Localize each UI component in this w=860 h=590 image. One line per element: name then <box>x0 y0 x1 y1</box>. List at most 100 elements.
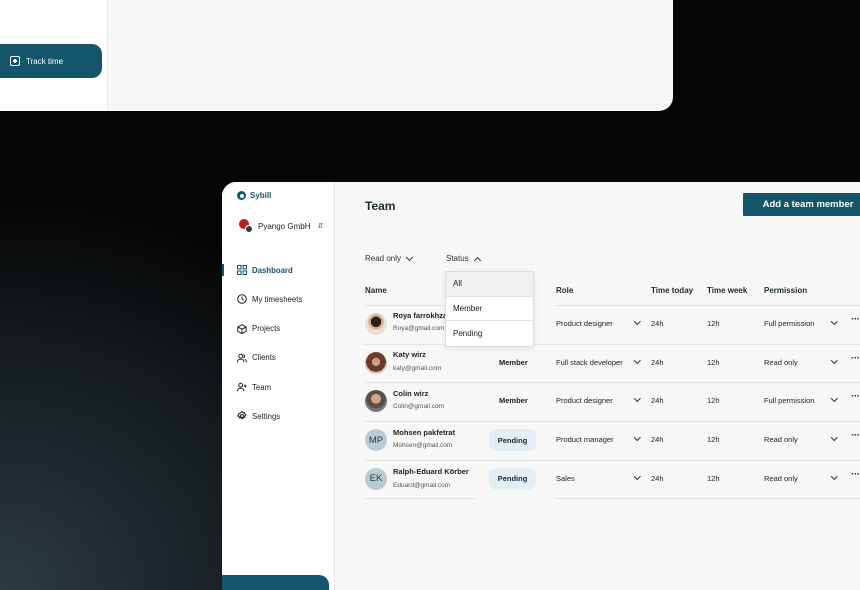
role-dropdown-chevron-icon[interactable] <box>634 395 641 402</box>
users-icon <box>237 353 247 363</box>
permission-value: Read only <box>764 435 798 445</box>
filter-label: Read only <box>365 254 402 263</box>
sidebar-item-label: Projects <box>252 324 281 334</box>
avatar: EK <box>365 467 387 490</box>
cube-icon <box>237 323 247 334</box>
org-name: Pyango GmbH <box>258 221 311 231</box>
chevron-up-down-icon: ⇵ <box>317 223 324 230</box>
avatar: MP <box>365 429 387 452</box>
sidebar-item-label: Clients <box>252 353 276 363</box>
more-options-icon[interactable]: ··· <box>851 391 860 402</box>
table-row[interactable]: Roya farrokhzad Roya@gmail.com Product d… <box>365 305 860 344</box>
permission-dropdown-chevron-icon[interactable] <box>831 356 838 364</box>
sidebar-nav: Dashboard My timesheets Projects Clients <box>237 264 302 440</box>
member-email: Colin@gmail.com <box>393 403 445 411</box>
column-header-time-today[interactable]: Time today <box>651 286 693 295</box>
role-value: Full stack developer <box>556 357 623 367</box>
page-title: Team <box>365 199 396 213</box>
add-team-member-button[interactable]: Add a team member <box>743 193 860 216</box>
role-dropdown-chevron-icon[interactable] <box>634 434 641 441</box>
user-plus-icon <box>237 382 247 392</box>
background-app-window: Track time <box>0 0 673 111</box>
time-today-value: 24h <box>651 435 664 445</box>
more-options-icon[interactable]: ··· <box>851 314 860 325</box>
more-options-icon[interactable]: ··· <box>851 469 860 480</box>
column-header-permission[interactable]: Permission <box>764 286 807 295</box>
app-window: Sybill Pyango GmbH ⇵ Dashboard My timesh… <box>222 182 860 590</box>
permission-dropdown-chevron-icon[interactable] <box>831 395 838 402</box>
role-value: Product designer <box>556 319 613 328</box>
time-today-value: 24h <box>651 396 664 406</box>
sidebar-item-label: My timesheets <box>252 294 303 304</box>
time-today-value: 24h <box>651 473 664 483</box>
role-value: Sales <box>556 473 575 483</box>
role-value: Product designer <box>556 396 613 406</box>
time-week-value: 12h <box>707 473 720 483</box>
member-name: Roya farrokhzad <box>393 311 452 320</box>
role-value: Product manager <box>556 435 614 445</box>
permission-dropdown-chevron-icon[interactable] <box>831 434 838 441</box>
sidebar-item-label: Settings <box>252 411 281 421</box>
time-week-value: 12h <box>707 396 720 406</box>
sidebar-item-team[interactable]: Team <box>237 381 302 393</box>
permission-value: Read only <box>764 357 798 367</box>
column-header-time-week[interactable]: Time week <box>707 286 747 295</box>
track-time-label: Track time <box>26 56 64 66</box>
main-content: Team Add a team member Read only Status … <box>335 182 860 590</box>
status-option-member[interactable]: Member <box>446 297 533 321</box>
track-time-button[interactable]: Track time <box>0 44 102 78</box>
member-email: Eduard@gmail.com <box>393 481 451 489</box>
member-email: Mohsen@gmail.com <box>393 442 453 450</box>
app-logo[interactable]: Sybill <box>237 191 271 200</box>
time-week-value: 12h <box>707 435 720 445</box>
table-row[interactable]: EK Ralph-Eduard Körber Eduard@gmail.com … <box>365 459 860 500</box>
status-option-pending[interactable]: Pending <box>446 321 533 346</box>
column-header-role[interactable]: Role <box>556 286 573 295</box>
status-filter[interactable]: Status <box>446 254 481 264</box>
role-dropdown-chevron-icon[interactable] <box>634 318 641 325</box>
time-week-value: 12h <box>707 357 720 367</box>
member-email: Roya@gmail.com <box>393 325 445 332</box>
status-badge: Pending <box>489 429 536 452</box>
time-week-value: 12h <box>707 319 720 328</box>
chevron-down-icon <box>405 253 414 261</box>
sidebar-item-my-timesheets[interactable]: My timesheets <box>237 293 302 305</box>
logo-icon <box>237 191 246 200</box>
table-row[interactable]: Colin wirz Colin@gmail.com Member Produc… <box>365 382 860 421</box>
track-time-button[interactable] <box>222 575 329 590</box>
sidebar-item-projects[interactable]: Projects <box>237 323 302 335</box>
time-today-value: 24h <box>651 357 664 367</box>
status-value: Member <box>499 357 528 367</box>
permission-value: Full permission <box>764 396 815 406</box>
permission-dropdown-chevron-icon[interactable] <box>831 472 838 480</box>
more-options-icon[interactable]: ··· <box>851 353 860 364</box>
avatar <box>365 313 387 335</box>
sidebar-item-dashboard[interactable]: Dashboard <box>237 264 302 276</box>
role-dropdown-chevron-icon[interactable] <box>634 472 641 480</box>
table-row[interactable]: Katy wirz katy@gmail.com Member Full sta… <box>365 343 860 383</box>
avatar <box>365 351 387 374</box>
permission-dropdown-chevron-icon[interactable] <box>831 318 838 325</box>
member-name: Mohsen pakfetrat <box>393 428 456 438</box>
status-option-all[interactable]: All <box>446 272 533 297</box>
grid-icon <box>237 265 247 275</box>
time-today-value: 24h <box>651 319 664 328</box>
column-header-name[interactable]: Name <box>365 286 387 295</box>
status-value: Member <box>499 396 528 406</box>
org-switcher[interactable]: Pyango GmbH ⇵ <box>239 219 323 233</box>
org-logo-icon <box>239 219 253 233</box>
clock-icon <box>237 294 247 305</box>
read-only-filter[interactable]: Read only <box>365 253 414 263</box>
sidebar-item-label: Dashboard <box>252 265 293 275</box>
active-indicator <box>222 264 224 276</box>
sidebar-item-clients[interactable]: Clients <box>237 352 302 364</box>
more-options-icon[interactable]: ··· <box>851 430 860 441</box>
permission-value: Read only <box>764 473 798 483</box>
sidebar-item-label: Team <box>252 382 272 392</box>
sidebar-item-settings[interactable]: Settings <box>237 410 302 422</box>
chevron-up-icon <box>473 256 481 264</box>
role-dropdown-chevron-icon[interactable] <box>634 356 641 364</box>
table-row[interactable]: MP Mohsen pakfetrat Mohsen@gmail.com Pen… <box>365 421 860 460</box>
member-email: katy@gmail.com <box>393 364 442 372</box>
status-dropdown-menu: All Member Pending <box>445 271 534 347</box>
